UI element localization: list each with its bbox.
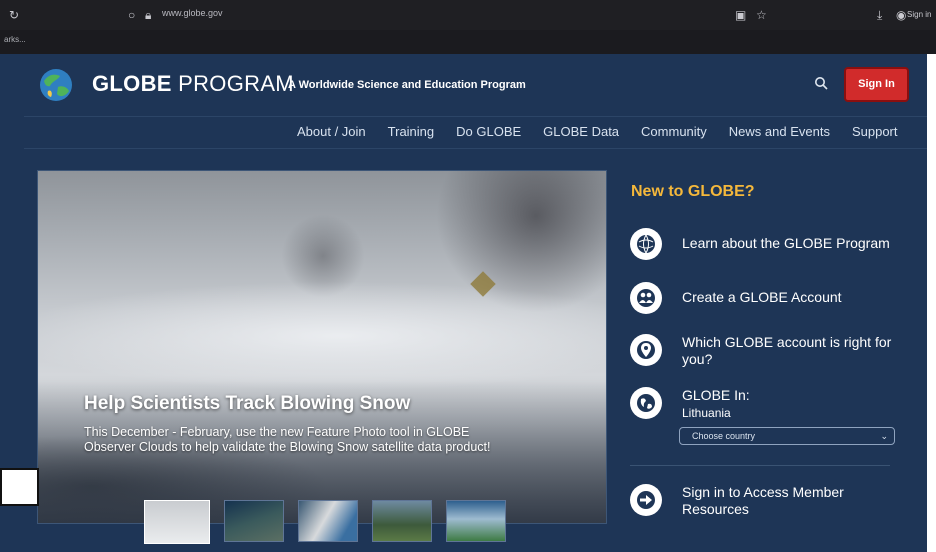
panel-item-label: Learn about the GLOBE Program xyxy=(682,235,890,251)
nav-about-join[interactable]: About / Join xyxy=(286,122,377,146)
arrow-right-icon xyxy=(630,484,662,516)
sign-in-button[interactable]: Sign In xyxy=(844,67,909,102)
scroll-gutter xyxy=(927,54,936,552)
address-bar[interactable]: www.globe.gov xyxy=(162,8,223,18)
carousel-thumb-2[interactable] xyxy=(224,500,284,542)
reader-view-icon[interactable]: ▣ xyxy=(735,0,746,30)
panel-item-label: Create a GLOBE Account xyxy=(682,289,842,305)
account-icon[interactable]: ◉ xyxy=(896,0,906,30)
bookmark-star-icon[interactable]: ☆ xyxy=(756,0,767,30)
panel-item-member-signin[interactable]: Sign in to Access Member Resources xyxy=(630,484,898,518)
panel-item-create-account[interactable]: Create a GLOBE Account xyxy=(630,282,842,314)
globe-site: GLOBE PROGRAM A Worldwide Science and Ed… xyxy=(24,54,927,552)
panel-item-learn[interactable]: Learn about the GLOBE Program xyxy=(630,228,890,260)
country-select-value: Choose country xyxy=(692,431,756,441)
browser-signin[interactable]: Sign in xyxy=(907,10,931,19)
shield-icon[interactable]: ○ xyxy=(128,0,135,30)
panel-title: New to GLOBE? xyxy=(631,183,755,200)
panel-divider xyxy=(630,465,890,466)
header-divider xyxy=(24,116,927,117)
nav-community[interactable]: Community xyxy=(630,122,718,146)
logo-bold: GLOBE xyxy=(92,71,172,96)
nav-do-globe[interactable]: Do GLOBE xyxy=(445,122,532,146)
carousel-thumb-4[interactable] xyxy=(372,500,432,542)
country-select[interactable]: Choose country ⌄ xyxy=(679,427,895,445)
chevron-down-icon: ⌄ xyxy=(880,431,888,441)
hero-carousel[interactable]: Help Scientists Track Blowing Snow This … xyxy=(37,170,607,524)
panel-item-globe-in: GLOBE In: Lithuania xyxy=(630,387,750,422)
globe-logo-icon[interactable] xyxy=(38,67,74,103)
site-tagline: A Worldwide Science and Education Progra… xyxy=(288,79,526,91)
reload-icon[interactable]: ↻ xyxy=(9,0,19,30)
nav-training[interactable]: Training xyxy=(377,122,445,146)
carousel-thumbnails xyxy=(144,500,506,544)
hero-title[interactable]: Help Scientists Track Blowing Snow xyxy=(84,393,410,415)
nav-globe-data[interactable]: GLOBE Data xyxy=(532,122,630,146)
main-nav: About / Join Training Do GLOBE GLOBE Dat… xyxy=(286,122,909,146)
globe-in-block: GLOBE In: Lithuania xyxy=(682,387,750,422)
download-icon[interactable]: ⤓ xyxy=(877,0,882,30)
location-pin-icon xyxy=(630,334,662,366)
world-icon xyxy=(630,387,662,419)
site-logo-text[interactable]: GLOBE PROGRAM xyxy=(92,71,294,97)
panel-item-label: Which GLOBE account is right for you? xyxy=(682,334,892,367)
logo-rest: PROGRAM xyxy=(171,71,294,96)
bookmarks-label[interactable]: arks... xyxy=(4,35,26,44)
hero-image-fog xyxy=(38,281,606,391)
overlay-box xyxy=(0,468,39,506)
carousel-thumb-1[interactable] xyxy=(144,500,210,544)
lock-icon[interactable]: 🔒︎ xyxy=(145,0,151,30)
search-icon[interactable] xyxy=(814,76,828,90)
panel-item-label: Sign in to Access Member Resources xyxy=(682,484,844,517)
globe-icon xyxy=(630,228,662,260)
nav-divider xyxy=(24,148,927,149)
browser-toolbar: ↻ ○ 🔒︎ www.globe.gov ▣ ☆ ⤓ ◉ Sign in xyxy=(0,0,936,31)
people-icon xyxy=(630,282,662,314)
hero-description: This December - February, use the new Fe… xyxy=(84,425,491,454)
nav-support[interactable]: Support xyxy=(841,122,909,146)
current-country: Lithuania xyxy=(682,406,731,420)
nav-news-events[interactable]: News and Events xyxy=(718,122,841,146)
panel-item-which-account[interactable]: Which GLOBE account is right for you? xyxy=(630,334,898,368)
carousel-thumb-3[interactable] xyxy=(298,500,358,542)
globe-in-label: GLOBE In: xyxy=(682,387,750,403)
carousel-thumb-5[interactable] xyxy=(446,500,506,542)
scroll-gutter-top xyxy=(927,30,936,54)
bookmarks-bar: arks... xyxy=(0,30,936,54)
